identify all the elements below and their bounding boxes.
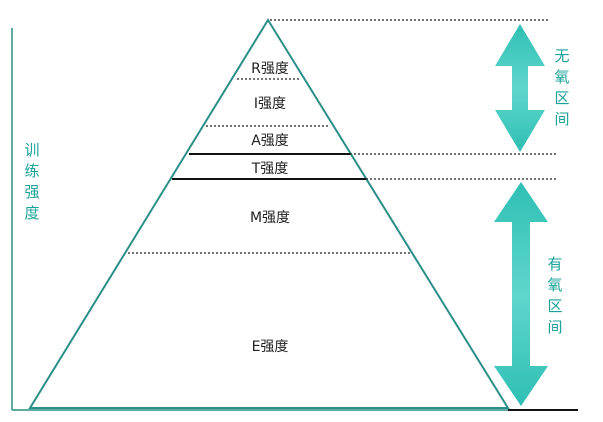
- anaerobic-zone-label: 无氧区间: [554, 47, 570, 128]
- intensity-pyramid-diagram: 训练强度 无氧区间 有氧区间 R强度 I强度 A强度 T强度 M强度 E强度: [0, 0, 603, 422]
- aerobic-double-arrow: [494, 182, 548, 406]
- anaerobic-double-arrow: [495, 24, 545, 152]
- level-label-m: M强度: [249, 210, 291, 226]
- level-label-t: T强度: [251, 161, 289, 177]
- level-label-r: R强度: [251, 61, 289, 77]
- y-axis-label: 训练强度: [24, 141, 40, 222]
- level-label-a: A强度: [251, 133, 289, 149]
- aerobic-zone-label: 有氧区间: [547, 255, 563, 336]
- diagram-canvas: [11, 18, 578, 411]
- level-label-e: E强度: [251, 339, 289, 355]
- level-label-i: I强度: [253, 96, 287, 112]
